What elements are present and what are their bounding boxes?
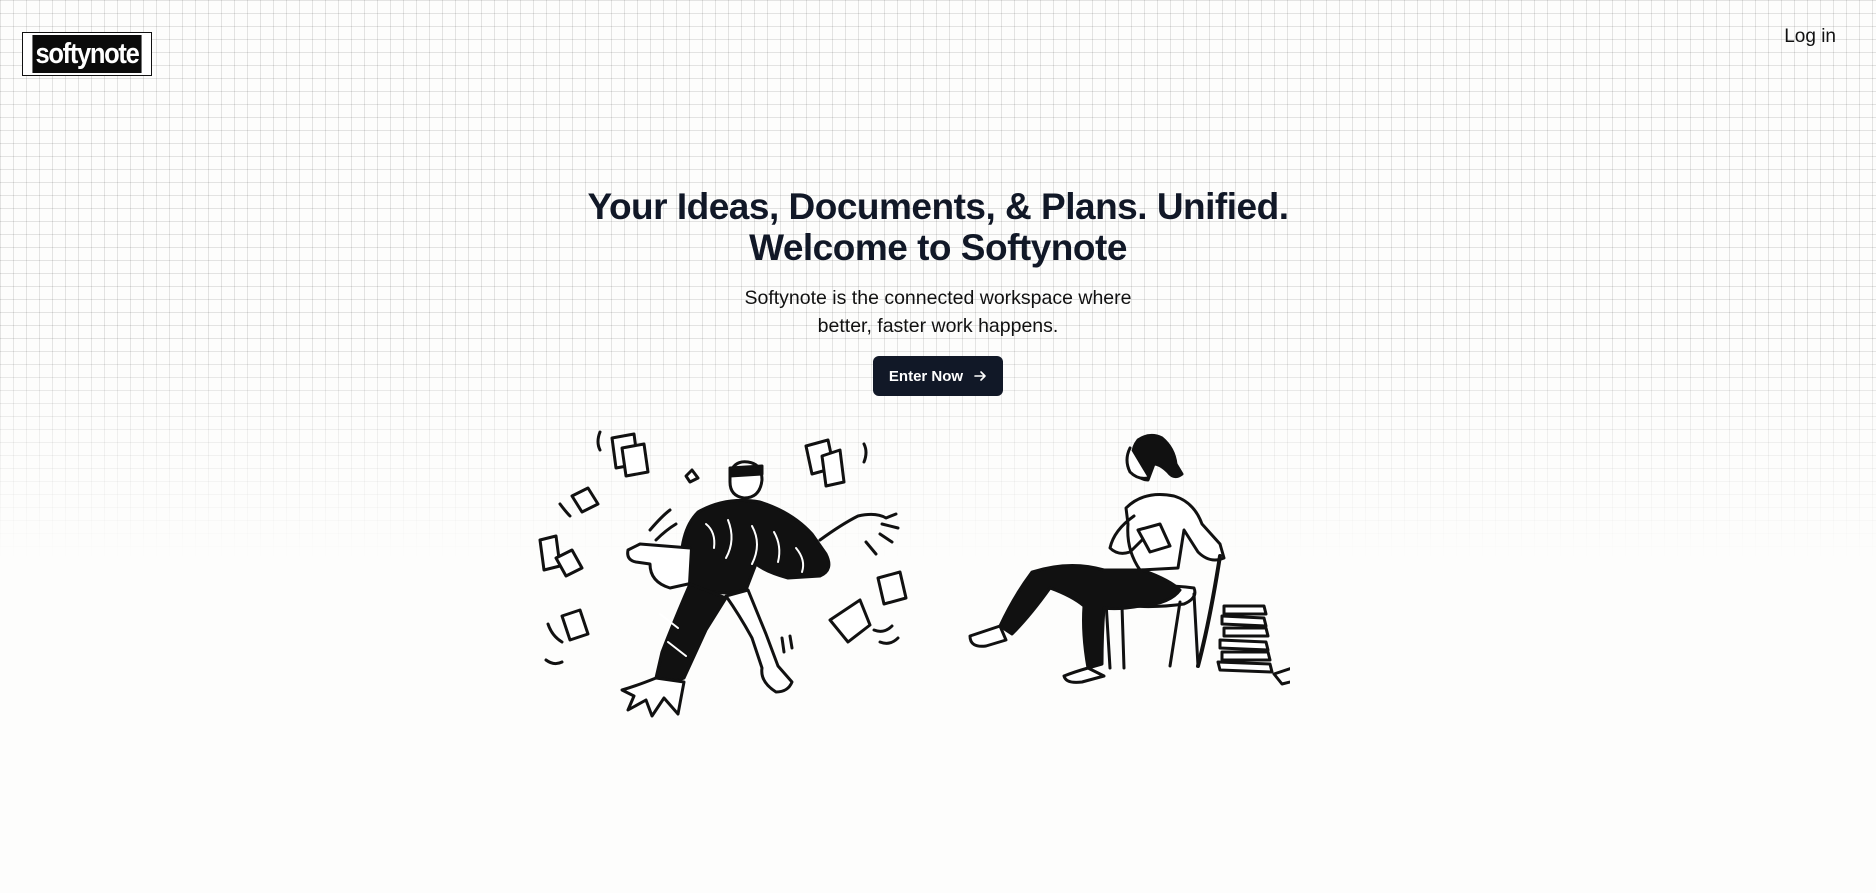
woman-reading-in-chair-illustration	[968, 433, 1290, 686]
book-stack	[1216, 604, 1290, 686]
login-link[interactable]: Log in	[1784, 26, 1836, 48]
hero-section: Your Ideas, Documents, & Plans. Unified.…	[0, 186, 1876, 396]
arrow-right-icon	[974, 371, 986, 381]
hero-subtitle-line1: Softynote is the connected workspace whe…	[744, 287, 1132, 309]
logo[interactable]: softynote	[22, 32, 152, 76]
enter-now-label: Enter Now	[888, 367, 964, 385]
hero-subtitle: Softynote is the connected workspace whe…	[0, 284, 1876, 340]
hero-title-line1: Your Ideas, Documents, & Plans. Unified.	[587, 186, 1289, 227]
hero-title: Your Ideas, Documents, & Plans. Unified.…	[0, 186, 1876, 268]
hero-illustration	[538, 430, 1290, 718]
hero-title-line2: Welcome to Softynote	[749, 227, 1127, 268]
enter-now-button[interactable]: Enter Now	[872, 356, 1004, 396]
logo-text: softynote	[32, 35, 142, 73]
hero-subtitle-line2: better, faster work happens.	[817, 315, 1059, 337]
man-juggling-papers-illustration	[538, 430, 908, 718]
